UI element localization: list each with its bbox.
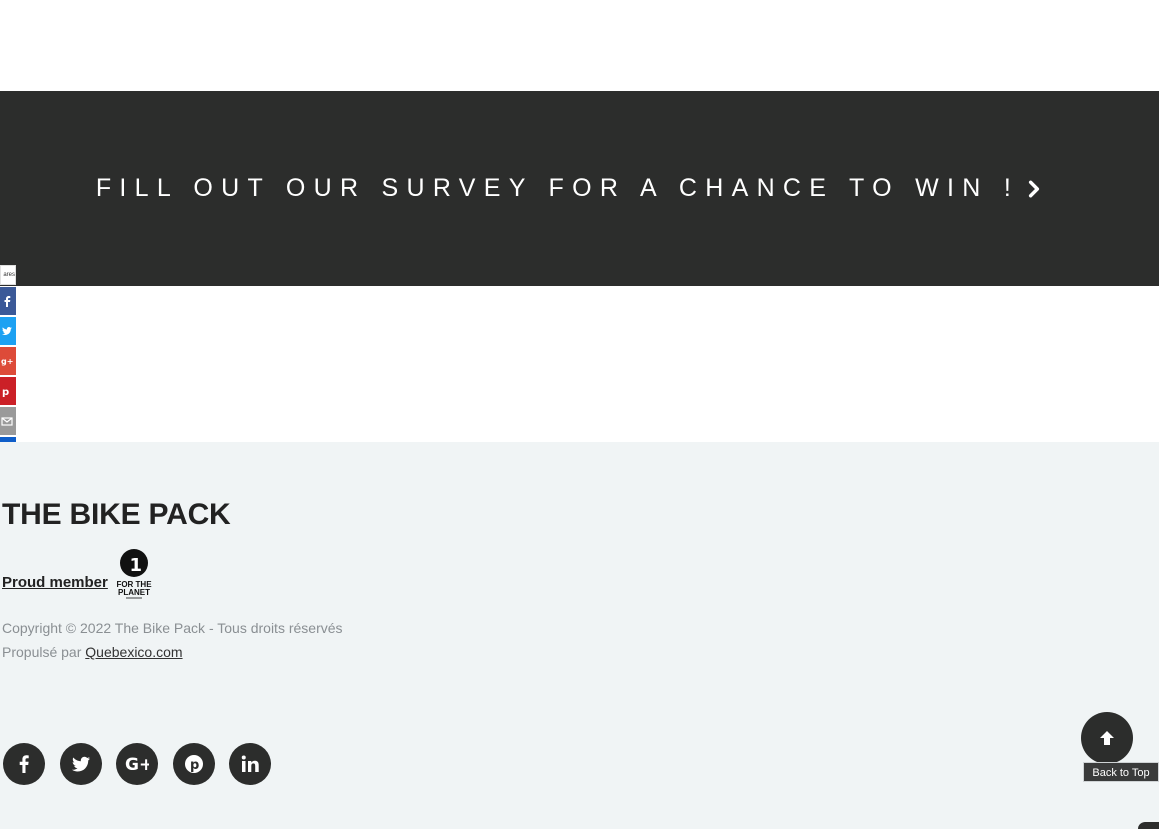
social-pinterest-button[interactable]: p: [172, 743, 215, 785]
facebook-icon: [19, 755, 29, 773]
svg-text:PLANET: PLANET: [118, 588, 150, 597]
quebexico-link[interactable]: Quebexico.com: [85, 644, 182, 660]
svg-text:%: %: [139, 560, 147, 569]
one-percent-for-the-planet-logo[interactable]: 1 % FOR THE PLANET: [114, 548, 154, 600]
corner-widget[interactable]: [1138, 822, 1159, 829]
svg-text:p: p: [2, 387, 9, 397]
facebook-icon: [4, 296, 11, 307]
share-facebook-button[interactable]: [0, 287, 16, 315]
footer-brand: THE BIKE PACK: [2, 498, 231, 531]
back-to-top-circle[interactable]: [1081, 712, 1133, 764]
svg-text:g+: g+: [1, 357, 13, 366]
share-email-button[interactable]: [0, 407, 16, 435]
twitter-icon: [71, 756, 90, 772]
twitter-icon: [2, 327, 12, 335]
share-sidebar: ares g+ p: [0, 265, 16, 465]
social-links: G+ p: [3, 743, 286, 785]
arrow-up-icon: [1100, 731, 1114, 745]
powered-by: Propulsé par Quebexico.com: [2, 644, 183, 660]
linkedin-icon: [241, 755, 259, 772]
pinterest-icon: p: [2, 387, 9, 397]
share-twitter-button[interactable]: [0, 317, 16, 345]
copyright-text: Copyright © 2022 The Bike Pack - Tous dr…: [2, 620, 343, 636]
proud-member-row: Proud member 1 % FOR THE PLANET: [2, 548, 154, 600]
google-plus-icon: g+: [1, 357, 13, 366]
site-footer: THE BIKE PACK Proud member 1 % FOR THE P…: [0, 442, 1159, 829]
google-plus-icon: G+: [125, 755, 149, 774]
share-pinterest-button[interactable]: p: [0, 377, 16, 405]
survey-banner[interactable]: FILL OUT OUR SURVEY FOR A CHANCE TO WIN …: [0, 91, 1159, 286]
page: FILL OUT OUR SURVEY FOR A CHANCE TO WIN …: [0, 0, 1159, 829]
social-linkedin-button[interactable]: [229, 743, 271, 785]
svg-text:G+: G+: [125, 755, 149, 774]
svg-text:p: p: [190, 758, 199, 773]
social-facebook-button[interactable]: [3, 743, 45, 785]
back-to-top-label[interactable]: Back to Top: [1083, 762, 1159, 782]
social-google-plus-button[interactable]: G+: [116, 743, 158, 785]
share-google-plus-button[interactable]: g+: [0, 347, 16, 375]
proud-member-link[interactable]: Proud member: [2, 574, 108, 591]
powered-prefix: Propulsé par: [2, 644, 86, 660]
email-icon: [1, 417, 13, 426]
share-count: ares: [0, 265, 16, 285]
survey-text[interactable]: FILL OUT OUR SURVEY FOR A CHANCE TO WIN …: [96, 174, 1019, 203]
social-twitter-button[interactable]: [59, 743, 102, 785]
chevron-right-icon[interactable]: [1025, 180, 1043, 198]
back-to-top-button[interactable]: Back to Top: [1081, 712, 1159, 784]
pinterest-icon: p: [184, 755, 203, 773]
